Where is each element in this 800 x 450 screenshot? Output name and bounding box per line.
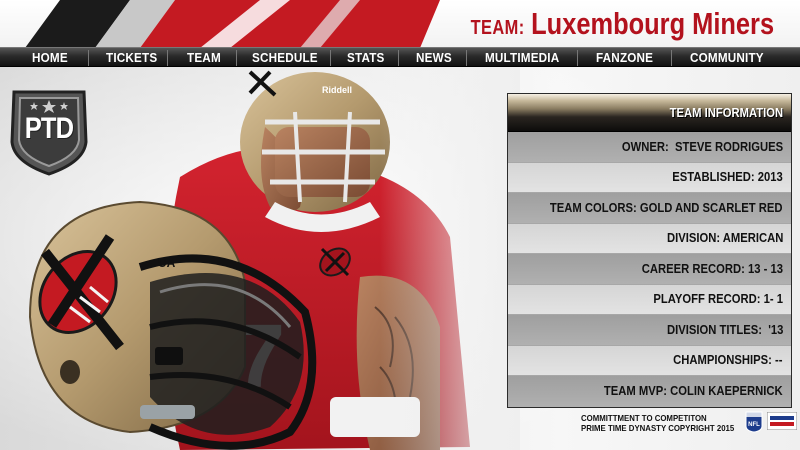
nav-news[interactable]: NEWS <box>416 49 452 67</box>
nav-fanzone[interactable]: FANZONE <box>596 49 653 67</box>
info-established: ESTABLISHED: 2013 <box>672 170 783 185</box>
info-row-division-titles: DIVISION TITLES: '13 <box>508 315 791 346</box>
info-row-established: ESTABLISHED: 2013 <box>508 162 791 193</box>
nav-separator <box>88 50 89 66</box>
nav-separator <box>167 50 168 66</box>
info-row-colors: TEAM COLORS: GOLD AND SCARLET RED <box>508 193 791 224</box>
info-championships: CHAMPIONSHIPS: -- <box>673 353 783 368</box>
nav-multimedia[interactable]: MULTIMEDIA <box>485 49 559 67</box>
footer-line-2: PRIME TIME DYNASTY COPYRIGHT 2015 <box>581 423 735 433</box>
ptd-logo-text: PTD <box>24 112 74 145</box>
player-face <box>275 127 370 197</box>
footer-line-1: COMMITTMENT TO COMPETITON <box>581 413 707 423</box>
nav-separator <box>398 50 399 66</box>
info-division-titles: DIVISION TITLES: '13 <box>666 322 783 337</box>
info-team-mvp: TEAM MVP: COLIN KAEPERNICK <box>604 384 783 399</box>
partner-logo-icon[interactable] <box>767 412 797 430</box>
nav-schedule[interactable]: SCHEDULE <box>252 49 318 67</box>
nav-home[interactable]: HOME <box>32 49 68 67</box>
nav-community[interactable]: COMMUNITY <box>690 49 764 67</box>
svg-text:UA: UA <box>158 256 176 270</box>
info-row-mvp: TEAM MVP: COLIN KAEPERNICK <box>508 376 791 407</box>
team-info-panel: TEAM INFORMATION OWNER: STEVE RODRIGUES … <box>507 93 792 408</box>
main-nav: HOME TICKETS TEAM SCHEDULE STATS NEWS MU… <box>0 47 800 67</box>
nav-tickets[interactable]: TICKETS <box>106 49 157 67</box>
nfl-logo-icon[interactable]: NFL <box>745 411 763 433</box>
nav-team[interactable]: TEAM <box>187 49 221 67</box>
info-row-division: DIVISION: AMERICAN <box>508 223 791 254</box>
nav-separator <box>671 50 672 66</box>
nfl-logo-text: NFL <box>748 422 760 428</box>
info-team-colors: TEAM COLORS: GOLD AND SCARLET RED <box>550 200 783 215</box>
team-info-heading: TEAM INFORMATION <box>669 105 783 120</box>
info-row-owner: OWNER: STEVE RODRIGUES <box>508 132 791 163</box>
info-row-playoff-record: PLAYOFF RECORD: 1- 1 <box>508 284 791 315</box>
info-division: DIVISION: AMERICAN <box>666 231 783 246</box>
team-title: TEAM: Luxembourg Miners <box>471 6 774 42</box>
team-info-header: TEAM INFORMATION <box>508 94 791 132</box>
nav-separator <box>236 50 237 66</box>
info-career-record: CAREER RECORD: 13 - 13 <box>641 261 783 276</box>
team-prefix: TEAM: <box>470 17 525 39</box>
info-owner: OWNER: STEVE RODRIGUES <box>621 139 783 154</box>
nav-separator <box>577 50 578 66</box>
header-banner: TEAM: Luxembourg Miners <box>0 0 800 48</box>
info-row-championships: CHAMPIONSHIPS: -- <box>508 345 791 376</box>
header-stripe-graphic <box>25 0 440 48</box>
nav-stats[interactable]: STATS <box>347 49 385 67</box>
team-name: Luxembourg Miners <box>531 6 774 41</box>
ptd-logo[interactable]: PTD <box>6 84 92 176</box>
svg-text:Riddell: Riddell <box>322 85 352 95</box>
info-row-career-record: CAREER RECORD: 13 - 13 <box>508 254 791 285</box>
footer-copyright: COMMITTMENT TO COMPETITON PRIME TIME DYN… <box>581 413 735 433</box>
info-playoff-record: PLAYOFF RECORD: 1- 1 <box>653 292 783 307</box>
nav-separator <box>466 50 467 66</box>
nav-separator <box>330 50 331 66</box>
